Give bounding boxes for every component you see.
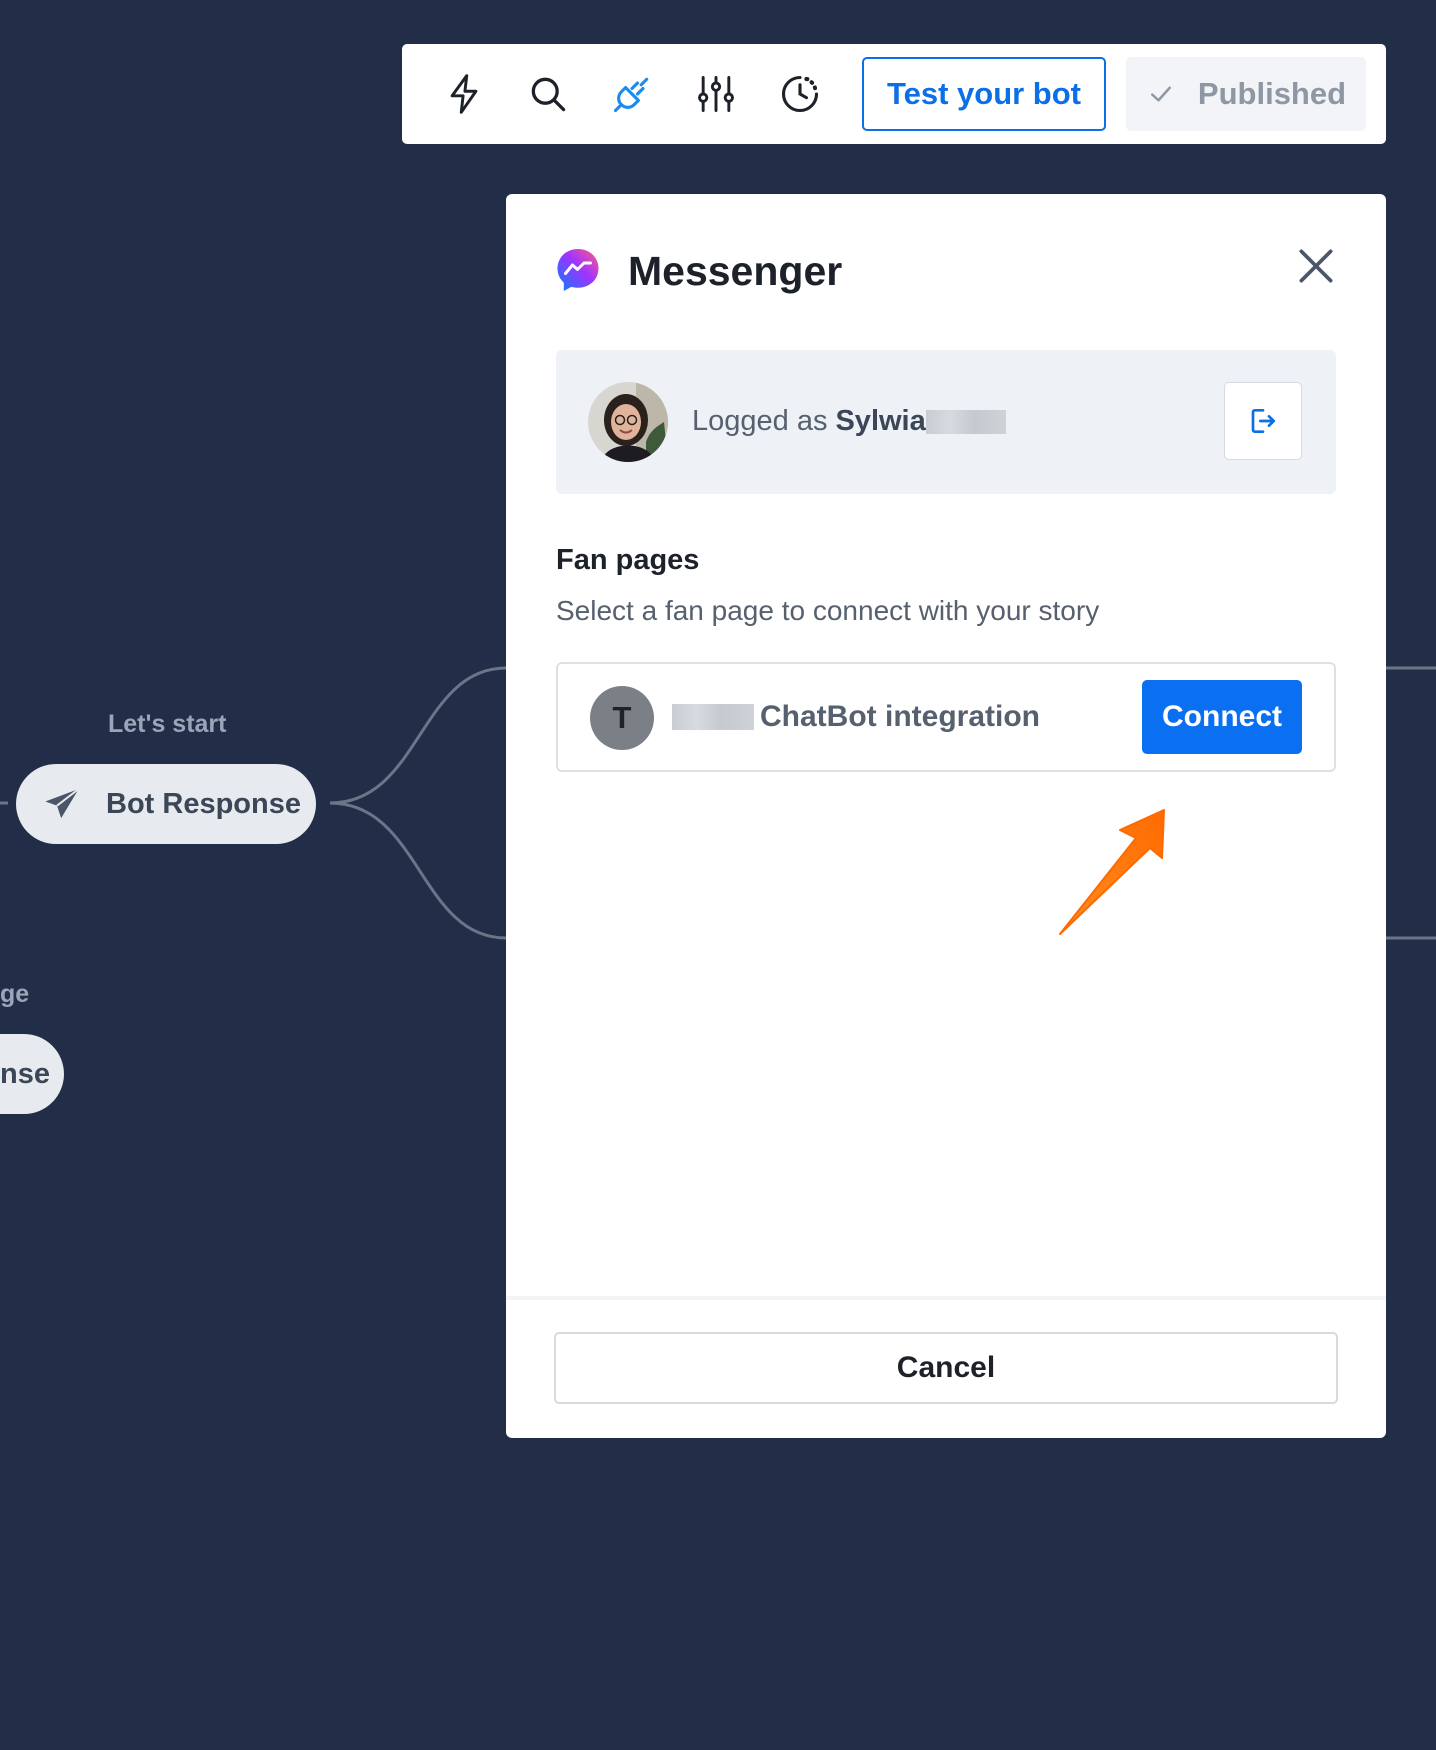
- plug-icon[interactable]: [604, 66, 660, 122]
- close-icon[interactable]: [1294, 244, 1338, 288]
- node-label-partial: ge: [0, 980, 30, 1008]
- top-toolbar: Test your bot Published: [402, 44, 1386, 144]
- test-your-bot-button[interactable]: Test your bot: [862, 57, 1106, 131]
- fan-pages-subtitle: Select a fan page to connect with your s…: [556, 595, 1100, 626]
- page-name-text: ChatBot integration: [760, 700, 1040, 733]
- messenger-modal: Messenger Logged as Sylwia Fan pages Sel…: [506, 194, 1386, 1438]
- cancel-button[interactable]: Cancel: [554, 1332, 1338, 1404]
- redacted-page-prefix: [672, 704, 754, 730]
- sliders-icon[interactable]: [688, 66, 744, 122]
- check-icon: [1150, 86, 1171, 102]
- messenger-logo-icon: [557, 249, 599, 291]
- modal-title: Messenger: [628, 248, 843, 294]
- history-icon[interactable]: [772, 66, 828, 122]
- node-label-lets-start: Let's start: [108, 710, 227, 738]
- page-avatar: T: [590, 686, 654, 750]
- bot-response-node[interactable]: Bot Response: [16, 764, 316, 844]
- logged-as-prefix: Logged as: [692, 405, 828, 437]
- login-info-box: Logged as Sylwia: [556, 350, 1336, 494]
- lightning-icon[interactable]: [436, 66, 492, 122]
- avatar: [588, 382, 668, 462]
- published-button: Published: [1126, 57, 1366, 131]
- user-name: Sylwia: [835, 405, 926, 437]
- annotation-arrow-icon: [1059, 809, 1165, 935]
- modal-footer-divider: [506, 1296, 1386, 1300]
- logout-button[interactable]: [1224, 382, 1302, 460]
- logout-icon: [1251, 409, 1275, 433]
- fan-pages-heading: Fan pages: [556, 544, 700, 576]
- node-text: Bot Response: [106, 787, 301, 820]
- send-icon: [45, 788, 80, 819]
- connect-button[interactable]: Connect: [1142, 680, 1302, 754]
- published-label: Published: [1197, 76, 1347, 111]
- node-text: nse: [0, 1057, 50, 1090]
- redacted-surname: [925, 409, 1006, 434]
- page-name: ChatBot integration: [672, 700, 1040, 734]
- logged-as-text: Logged as Sylwia: [692, 405, 1006, 438]
- search-icon[interactable]: [520, 66, 576, 122]
